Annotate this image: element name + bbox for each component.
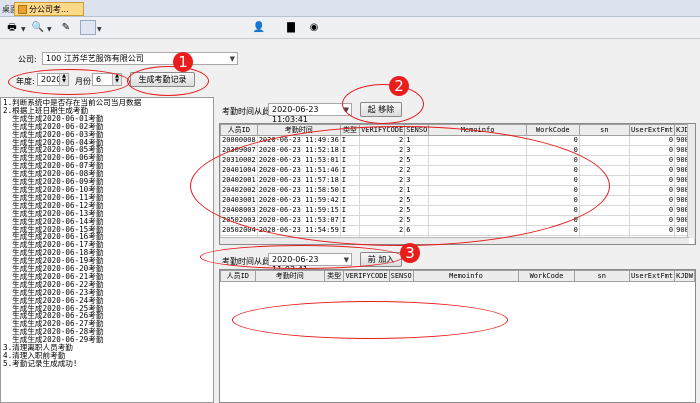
column-header[interactable]: 类型 bbox=[323, 270, 345, 282]
column-header[interactable]: sn bbox=[573, 270, 630, 282]
bottom-table: 人员ID 考勤时间 类型 VERIFYCODE SENSO Memoinfo WorkCod… bbox=[220, 270, 695, 282]
annotation-ellipse-year-month bbox=[8, 69, 130, 95]
column-header[interactable]: 考勤时间 bbox=[254, 270, 325, 282]
annotation-ellipse-add bbox=[200, 245, 403, 269]
user-icon[interactable]: 👤 bbox=[251, 20, 267, 35]
annotation-ellipse-bottom-grid bbox=[232, 301, 508, 339]
table-cell: 0 bbox=[628, 195, 676, 206]
column-header[interactable]: UserExtFmt bbox=[628, 124, 676, 136]
table-cell bbox=[578, 225, 630, 236]
tab-label: 分公司考... bbox=[29, 4, 69, 14]
table-cell: 0 bbox=[628, 175, 676, 186]
bottom-grid: 人员ID 考勤时间 类型 VERIFYCODE SENSO Memoinfo WorkCod… bbox=[219, 269, 696, 403]
table-cell bbox=[578, 135, 630, 146]
toolbar: 🖶 ▼ 🔍 ▼ ✎ ▼ 👤 ▇ ◉ bbox=[0, 17, 700, 39]
annotation-ellipse-top-grid bbox=[190, 126, 610, 246]
annotation-ellipse-remove bbox=[342, 84, 424, 124]
column-header[interactable]: 人员ID bbox=[220, 124, 258, 136]
column-header[interactable]: SENSO bbox=[388, 270, 414, 282]
chevron-down-icon: ▼ bbox=[229, 55, 235, 63]
book-icon[interactable]: ▇ bbox=[283, 20, 299, 35]
log-line: 5.考勤记录生成成功! bbox=[3, 358, 78, 368]
annotation-badge-2: 2 bbox=[389, 76, 409, 96]
globe-icon[interactable]: ◉ bbox=[306, 20, 322, 35]
process-log: 1.判断系统中是否存在当前公司当月数据 2.根据上班日期生成考勤 生成生成2020… bbox=[0, 97, 214, 403]
top-grid-vscroll[interactable] bbox=[687, 124, 695, 238]
top-time-label: 考勤时间从此 bbox=[222, 107, 270, 116]
chevron-down-icon[interactable]: ▼ bbox=[97, 26, 102, 33]
table-cell bbox=[578, 145, 630, 156]
table-cell: 0 bbox=[628, 135, 676, 146]
company-value: 100 江苏华艺服饰有限公司 bbox=[46, 54, 144, 63]
chevron-down-icon[interactable]: ▼ bbox=[47, 26, 52, 33]
top-time-picker[interactable]: 2020-06-23 11:03:41 ▼ bbox=[268, 103, 352, 124]
column-header[interactable]: sn bbox=[578, 124, 630, 136]
printer-icon[interactable]: 🖶 bbox=[4, 20, 20, 35]
tab-app-icon bbox=[18, 4, 27, 14]
top-time-value: 2020-06-23 11:03:41 bbox=[272, 105, 319, 124]
company-select[interactable]: 100 江苏华艺服饰有限公司 ▼ bbox=[42, 52, 238, 65]
company-label: 公司: bbox=[18, 55, 37, 64]
tab-branch-attendance[interactable]: 分公司考... bbox=[14, 2, 84, 16]
top-tab-bar: 桌面 分公司考... bbox=[0, 0, 700, 17]
column-header[interactable]: WorkCode bbox=[525, 124, 580, 136]
table-cell bbox=[578, 215, 630, 226]
table-cell: 0 bbox=[628, 145, 676, 156]
table-cell: 0 bbox=[628, 185, 676, 196]
column-header[interactable]: KJDW bbox=[674, 270, 695, 282]
table-cell: 0 bbox=[628, 215, 676, 226]
layout-icon[interactable] bbox=[80, 20, 96, 35]
column-header[interactable]: VERIFYCODE bbox=[343, 270, 390, 282]
preview-icon[interactable]: 🔍 bbox=[30, 20, 46, 35]
column-header[interactable]: Memoinfo bbox=[412, 270, 520, 282]
table-cell: 0 bbox=[628, 165, 676, 176]
table-cell: 0 bbox=[628, 155, 676, 166]
annotation-badge-3: 3 bbox=[400, 243, 420, 263]
annotation-badge-1: 1 bbox=[173, 52, 193, 72]
column-header[interactable]: WorkCode bbox=[518, 270, 575, 282]
table-cell: 0 bbox=[628, 205, 676, 216]
annotation-ellipse-generate bbox=[127, 66, 209, 96]
column-header[interactable]: UserExtFmt bbox=[628, 270, 676, 282]
export-icon[interactable]: ✎ bbox=[58, 20, 74, 35]
table-cell: 0 bbox=[628, 225, 676, 236]
chevron-down-icon[interactable]: ▼ bbox=[21, 26, 26, 33]
column-header[interactable]: 人员ID bbox=[220, 270, 256, 282]
